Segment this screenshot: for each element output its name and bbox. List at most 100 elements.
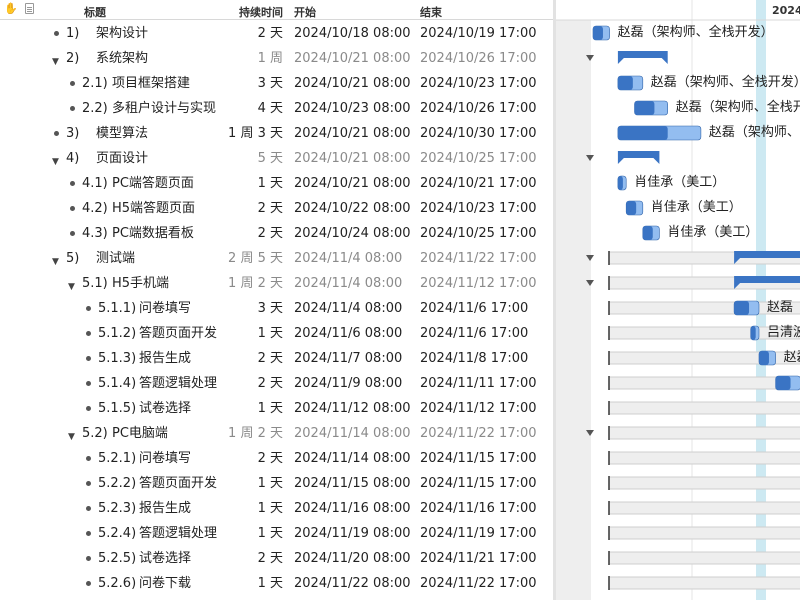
task-duration[interactable]: 1 天 bbox=[193, 401, 283, 417]
task-end[interactable]: 2024/10/26 17:00 bbox=[420, 51, 537, 67]
task-duration[interactable]: 1 天 bbox=[193, 501, 283, 517]
task-end[interactable]: 2024/11/6 17:00 bbox=[420, 326, 528, 342]
task-title[interactable]: 问卷填写 bbox=[139, 451, 191, 467]
table-row[interactable]: 5.2.6) 问卷下载 1 天 2024/11/22 08:00 2024/11/22 … bbox=[0, 571, 553, 596]
table-row[interactable]: 2.1) 项目框架搭建 3 天 2024/10/21 08:00 2024/10/23 … bbox=[0, 71, 553, 96]
task-start[interactable]: 2024/11/20 08:00 bbox=[294, 551, 411, 567]
task-end[interactable]: 2024/11/15 17:00 bbox=[420, 451, 537, 467]
task-start[interactable]: 2024/11/12 08:00 bbox=[294, 401, 411, 417]
table-row[interactable]: 5.1.2) 答题页面开发 1 天 2024/11/6 08:00 2024/11/6 … bbox=[0, 321, 553, 346]
title-column-header[interactable]: 标题 bbox=[84, 4, 106, 20]
notes-icon[interactable] bbox=[25, 3, 34, 14]
task-duration[interactable]: 2 天 bbox=[193, 226, 283, 242]
task-start[interactable]: 2024/11/14 08:00 bbox=[294, 451, 411, 467]
task-end[interactable]: 2024/10/30 17:00 bbox=[420, 126, 537, 142]
collapse-triangle-icon[interactable]: ▼ bbox=[68, 279, 75, 295]
task-duration[interactable]: 1 天 bbox=[193, 326, 283, 342]
task-duration[interactable]: 2 周 5 天 bbox=[193, 251, 283, 267]
task-start[interactable]: 2024/11/4 08:00 bbox=[294, 301, 402, 317]
task-end[interactable]: 2024/10/25 17:00 bbox=[420, 226, 537, 242]
table-row[interactable]: ▼ 5.1) H5手机端 1 周 2 天 2024/11/4 08:00 2024/11/… bbox=[0, 271, 553, 296]
task-end[interactable]: 2024/11/21 17:00 bbox=[420, 551, 537, 567]
task-title[interactable]: 问卷下载 bbox=[139, 576, 191, 592]
task-duration[interactable]: 2 天 bbox=[193, 351, 283, 367]
task-title[interactable]: PC端数据看板 bbox=[112, 226, 194, 242]
task-title[interactable]: 项目框架搭建 bbox=[112, 76, 190, 92]
task-title[interactable]: 报告生成 bbox=[139, 501, 191, 517]
task-start[interactable]: 2024/10/21 08:00 bbox=[294, 151, 411, 167]
task-end[interactable]: 2024/10/25 17:00 bbox=[420, 151, 537, 167]
task-duration[interactable]: 1 天 bbox=[193, 476, 283, 492]
task-title[interactable]: PC端答题页面 bbox=[112, 176, 194, 192]
task-start[interactable]: 2024/10/21 08:00 bbox=[294, 51, 411, 67]
task-title[interactable]: PC电脑端 bbox=[112, 426, 168, 442]
collapse-triangle-icon[interactable]: ▼ bbox=[68, 429, 75, 445]
table-row[interactable]: ▼ 5.2) PC电脑端 1 周 2 天 2024/11/14 08:00 2024/11… bbox=[0, 421, 553, 446]
task-duration[interactable]: 4 天 bbox=[193, 101, 283, 117]
task-start[interactable]: 2024/11/4 08:00 bbox=[294, 276, 402, 292]
task-start[interactable]: 2024/11/22 08:00 bbox=[294, 576, 411, 592]
task-title[interactable]: 问卷填写 bbox=[139, 301, 191, 317]
duration-column-header[interactable]: 持续时间 bbox=[239, 4, 283, 20]
table-row[interactable]: 4.1) PC端答题页面 1 天 2024/10/21 08:00 2024/10/21… bbox=[0, 171, 553, 196]
task-title[interactable]: 试卷选择 bbox=[139, 401, 191, 417]
task-start[interactable]: 2024/11/4 08:00 bbox=[294, 251, 402, 267]
collapse-triangle-icon[interactable]: ▼ bbox=[52, 254, 59, 270]
task-start[interactable]: 2024/10/21 08:00 bbox=[294, 76, 411, 92]
task-start[interactable]: 2024/11/15 08:00 bbox=[294, 476, 411, 492]
task-duration[interactable]: 2 天 bbox=[193, 376, 283, 392]
task-end[interactable]: 2024/11/22 17:00 bbox=[420, 251, 537, 267]
table-row[interactable]: 4.3) PC端数据看板 2 天 2024/10/24 08:00 2024/10/25… bbox=[0, 221, 553, 246]
task-duration[interactable]: 1 周 2 天 bbox=[193, 276, 283, 292]
task-end[interactable]: 2024/11/16 17:00 bbox=[420, 501, 537, 517]
task-duration[interactable]: 1 天 bbox=[193, 576, 283, 592]
task-duration[interactable]: 2 天 bbox=[193, 26, 283, 42]
task-start[interactable]: 2024/10/18 08:00 bbox=[294, 26, 411, 42]
task-end[interactable]: 2024/10/23 17:00 bbox=[420, 76, 537, 92]
end-column-header[interactable]: 结束 bbox=[420, 4, 442, 20]
task-end[interactable]: 2024/11/6 17:00 bbox=[420, 301, 528, 317]
hand-icon[interactable]: ✋ bbox=[4, 3, 18, 15]
table-row[interactable]: 5.2.3) 报告生成 1 天 2024/11/16 08:00 2024/11/16 … bbox=[0, 496, 553, 521]
table-row[interactable]: 3) 模型算法 1 周 3 天 2024/10/21 08:00 2024/10/30 … bbox=[0, 121, 553, 146]
table-row[interactable]: ▼ 2) 系统架构 1 周 2024/10/21 08:00 2024/10/26 17:… bbox=[0, 46, 553, 71]
task-start[interactable]: 2024/10/21 08:00 bbox=[294, 176, 411, 192]
task-duration[interactable]: 3 天 bbox=[193, 76, 283, 92]
task-start[interactable]: 2024/11/14 08:00 bbox=[294, 426, 411, 442]
task-title[interactable]: H5手机端 bbox=[112, 276, 169, 292]
task-end[interactable]: 2024/10/26 17:00 bbox=[420, 101, 537, 117]
table-row[interactable]: 2.2) 多租户设计与实现 4 天 2024/10/23 08:00 2024/10/2… bbox=[0, 96, 553, 121]
start-column-header[interactable]: 开始 bbox=[294, 4, 316, 20]
task-duration[interactable]: 1 天 bbox=[193, 526, 283, 542]
task-duration[interactable]: 1 周 bbox=[193, 51, 283, 67]
task-end[interactable]: 2024/11/8 17:00 bbox=[420, 351, 528, 367]
task-title[interactable]: 页面设计 bbox=[96, 151, 148, 167]
table-row[interactable]: 5.1.1) 问卷填写 3 天 2024/11/4 08:00 2024/11/6 17… bbox=[0, 296, 553, 321]
task-start[interactable]: 2024/11/19 08:00 bbox=[294, 526, 411, 542]
task-end[interactable]: 2024/11/22 17:00 bbox=[420, 426, 537, 442]
task-duration[interactable]: 2 天 bbox=[193, 451, 283, 467]
task-title[interactable]: H5端答题页面 bbox=[112, 201, 195, 217]
table-row[interactable]: 5.2.1) 问卷填写 2 天 2024/11/14 08:00 2024/11/15 … bbox=[0, 446, 553, 471]
task-end[interactable]: 2024/11/22 17:00 bbox=[420, 576, 537, 592]
task-end[interactable]: 2024/10/21 17:00 bbox=[420, 176, 537, 192]
table-row[interactable]: 1) 架构设计 2 天 2024/10/18 08:00 2024/10/19 17:0… bbox=[0, 21, 553, 46]
task-start[interactable]: 2024/10/24 08:00 bbox=[294, 226, 411, 242]
task-start[interactable]: 2024/10/22 08:00 bbox=[294, 201, 411, 217]
task-start[interactable]: 2024/10/23 08:00 bbox=[294, 101, 411, 117]
table-row[interactable]: 5.2.2) 答题页面开发 1 天 2024/11/15 08:00 2024/11/1… bbox=[0, 471, 553, 496]
task-title[interactable]: 系统架构 bbox=[96, 51, 148, 67]
task-title[interactable]: 报告生成 bbox=[139, 351, 191, 367]
task-duration[interactable]: 1 天 bbox=[193, 176, 283, 192]
task-end[interactable]: 2024/11/12 17:00 bbox=[420, 276, 537, 292]
task-duration[interactable]: 1 周 2 天 bbox=[193, 426, 283, 442]
task-end[interactable]: 2024/11/15 17:00 bbox=[420, 476, 537, 492]
task-title[interactable]: 试卷选择 bbox=[139, 551, 191, 567]
task-title[interactable]: 模型算法 bbox=[96, 126, 148, 142]
task-end[interactable]: 2024/10/19 17:00 bbox=[420, 26, 537, 42]
table-row[interactable]: 5.1.4) 答题逻辑处理 2 天 2024/11/9 08:00 2024/11/11… bbox=[0, 371, 553, 396]
table-row[interactable]: 5.2.4) 答题逻辑处理 1 天 2024/11/19 08:00 2024/11/1… bbox=[0, 521, 553, 546]
task-end[interactable]: 2024/11/19 17:00 bbox=[420, 526, 537, 542]
table-row[interactable]: ▼ 5) 测试端 2 周 5 天 2024/11/4 08:00 2024/11/22 1… bbox=[0, 246, 553, 271]
task-title[interactable]: 架构设计 bbox=[96, 26, 148, 42]
